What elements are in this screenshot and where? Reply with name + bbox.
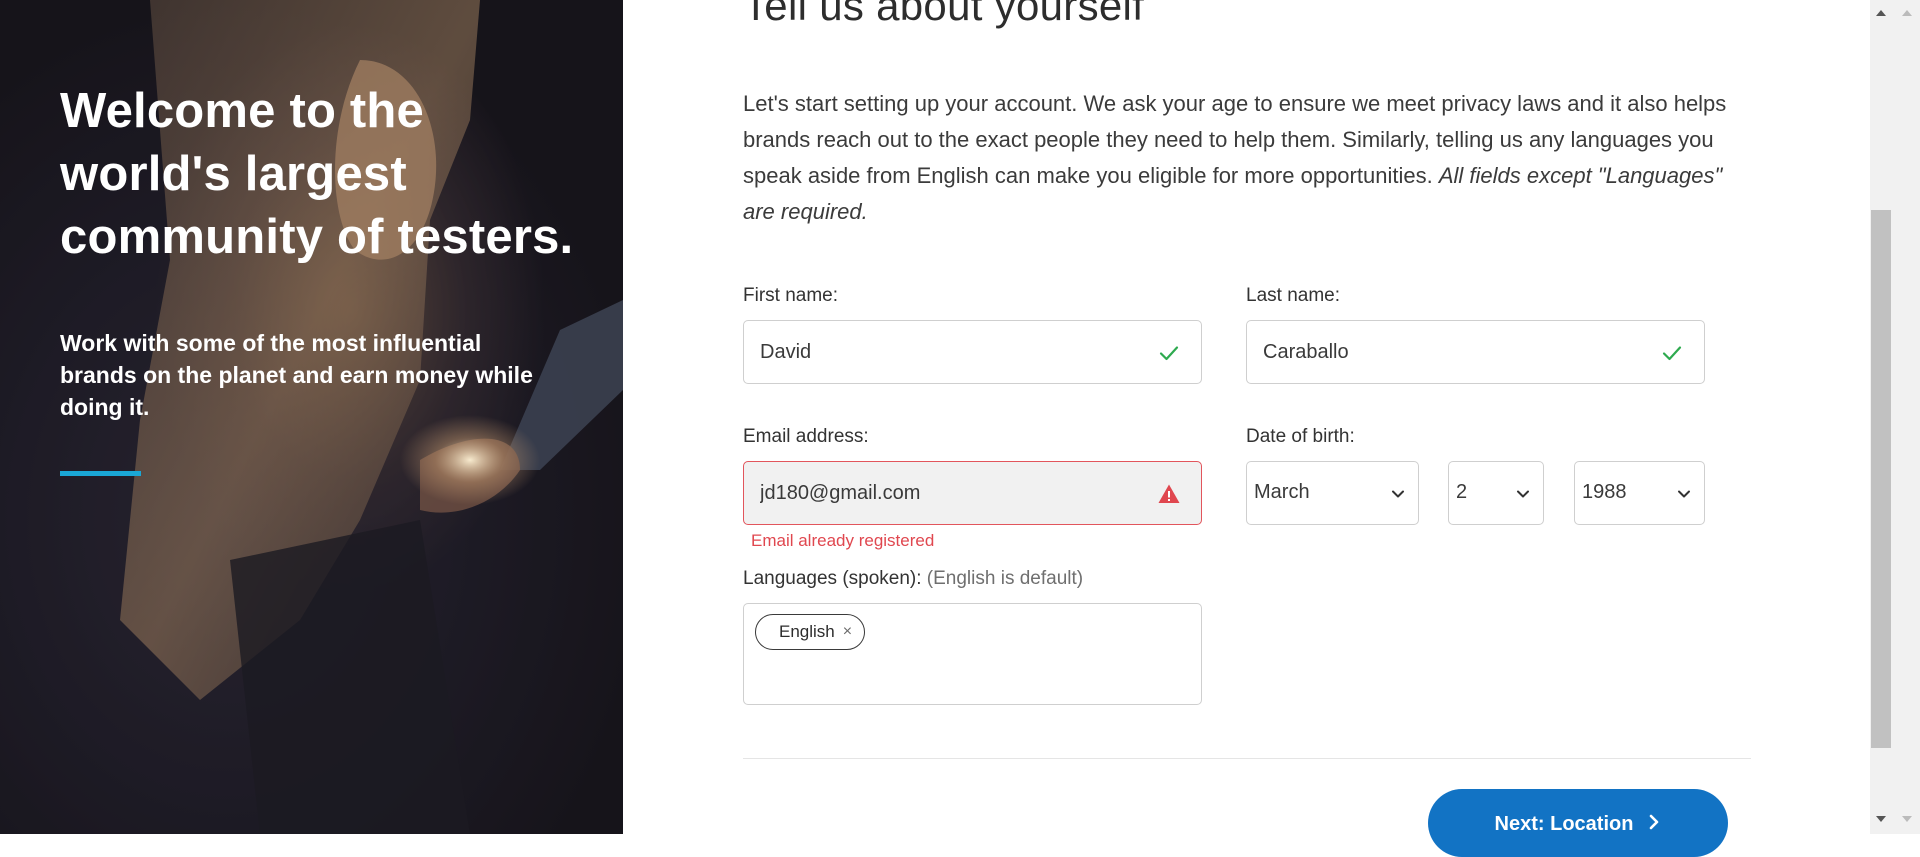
intro-text: Let's start setting up your account. We …	[743, 86, 1743, 230]
dob-month-value: March	[1254, 481, 1310, 503]
scrollbar[interactable]	[1870, 0, 1892, 834]
scroll-down-icon[interactable]	[1874, 814, 1888, 824]
signup-form: Tell us about yourself Let's start setti…	[623, 0, 1870, 857]
dob-month-select[interactable]: March	[1246, 461, 1419, 525]
warning-icon	[1158, 484, 1180, 503]
hero-panel: Welcome to the world's largest community…	[0, 0, 623, 834]
hero-text: Welcome to the world's largest community…	[60, 80, 580, 476]
dob-label: Date of birth:	[1246, 426, 1355, 447]
scroll-up-icon[interactable]	[1874, 8, 1888, 18]
chevron-down-icon	[1392, 490, 1404, 498]
accent-bar	[60, 471, 141, 476]
page-title: Tell us about yourself	[743, 0, 1145, 29]
first-name-label: First name:	[743, 285, 839, 306]
dob-day-select[interactable]: 2	[1448, 461, 1544, 525]
first-name-input[interactable]	[744, 321, 1201, 383]
scroll-down-icon	[1902, 816, 1912, 822]
scrollbar-thumb[interactable]	[1871, 210, 1891, 748]
remove-chip-icon[interactable]: ×	[843, 623, 852, 641]
languages-hint: (English is default)	[926, 568, 1084, 589]
language-chip-label: English	[779, 622, 835, 641]
first-name-field[interactable]	[743, 320, 1202, 384]
hero-subtitle: Work with some of the most influential b…	[60, 330, 533, 420]
dob-year-value: 1988	[1582, 481, 1627, 503]
scrollbar-area	[1870, 0, 1920, 834]
next-location-button[interactable]: Next: Location	[1428, 789, 1728, 857]
check-icon	[1159, 346, 1179, 361]
chevron-down-icon	[1678, 490, 1690, 498]
languages-label-text: Languages (spoken):	[743, 568, 922, 589]
divider	[743, 758, 1751, 759]
last-name-input[interactable]	[1247, 321, 1704, 383]
next-button-label: Next: Location	[1494, 813, 1634, 835]
email-field[interactable]	[743, 461, 1202, 525]
check-icon	[1662, 346, 1682, 361]
languages-label: Languages (spoken): (English is default)	[743, 568, 1083, 590]
last-name-field[interactable]	[1246, 320, 1705, 384]
languages-input[interactable]: English ×	[743, 603, 1202, 705]
chevron-down-icon	[1517, 490, 1529, 498]
last-name-label: Last name:	[1246, 285, 1340, 306]
language-chip: English ×	[755, 614, 866, 650]
chevron-right-icon	[1650, 814, 1659, 830]
email-input[interactable]	[744, 462, 1201, 524]
email-error-message: Email already registered	[751, 531, 935, 550]
email-label: Email address:	[743, 426, 869, 447]
scroll-up-icon	[1902, 10, 1912, 16]
dob-year-select[interactable]: 1988	[1574, 461, 1705, 525]
hero-title: Welcome to the world's largest community…	[60, 84, 574, 264]
dob-day-value: 2	[1456, 481, 1468, 503]
